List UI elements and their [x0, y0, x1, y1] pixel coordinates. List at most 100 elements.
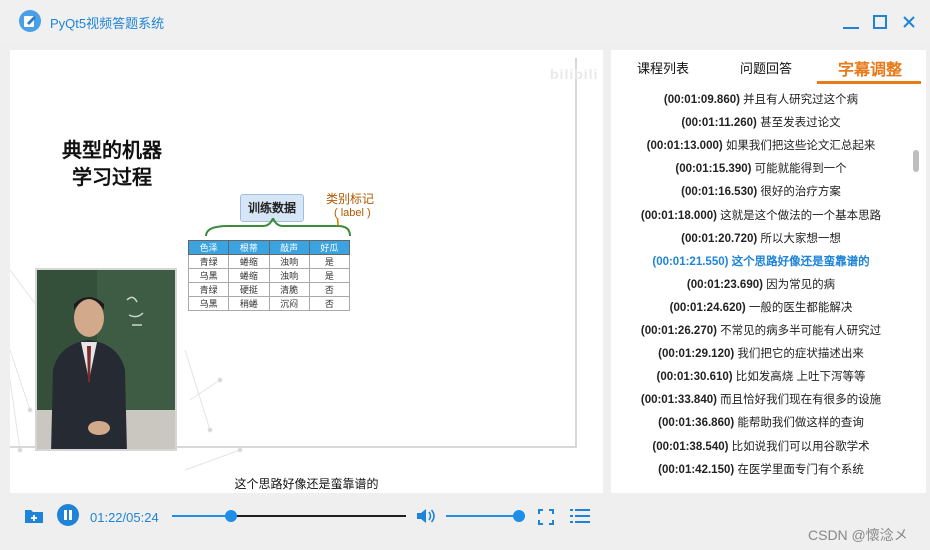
subtitle-list-item[interactable]: (00:01:13.000) 如果我们把这些论文汇总起来: [611, 137, 911, 153]
subtitle-timestamp: (00:01:21.550): [652, 255, 729, 268]
bilibili-watermark: bilibili: [550, 66, 599, 82]
table-cell: 硬挺: [228, 282, 270, 297]
subtitle-timestamp: (00:01:33.840): [640, 394, 717, 407]
subtitle-list-item[interactable]: (00:01:11.260) 甚至发表过论文: [611, 114, 911, 130]
subtitle-text: 甚至发表过论文: [756, 117, 841, 130]
table-cell: 否: [308, 282, 351, 297]
table-cell: 青绿: [187, 282, 230, 297]
scrollbar-thumb[interactable]: [913, 150, 919, 172]
subtitle-text: 这个思路好像还是蛮靠谱的: [728, 255, 870, 268]
volume-button[interactable]: [415, 505, 437, 532]
side-panel: 课程列表 问题回答 字幕调整 (00:01:09.860) 并且有人研究过这个病…: [611, 50, 926, 493]
table-cell: 蜷缩: [228, 268, 270, 283]
pause-icon: [57, 504, 79, 526]
pause-button[interactable]: [56, 503, 80, 532]
table-row: 乌黑 稍蜷 沉闷 否: [187, 296, 351, 311]
subtitle-list-item[interactable]: (00:01:30.610) 比如发高烧 上吐下泻等等: [611, 368, 911, 384]
slide-edge: [575, 58, 577, 448]
subtitle-timestamp: (00:01:15.390): [675, 163, 752, 176]
tab-course-list[interactable]: 课程列表: [637, 58, 689, 77]
table-row: 青绿 蜷缩 浊响 是: [187, 254, 351, 269]
subtitle-timestamp: (00:01:18.000): [640, 209, 717, 222]
list-icon: [570, 509, 590, 523]
teacher-image: [37, 270, 175, 449]
fullscreen-icon: [538, 509, 554, 525]
table-cell: 沉闷: [268, 296, 310, 311]
video-subtitle: 这个思路好像还是蛮靠谱的: [234, 477, 379, 491]
subtitle-timestamp: (00:01:23.690): [686, 278, 763, 291]
table-cell: 蜷缩: [228, 254, 270, 269]
subtitle-text: 很好的治疗方案: [757, 186, 841, 199]
app-window: PyQt5视频答题系统 bilibili 典型的机器 学习过程 训练数据 类别标…: [0, 0, 930, 550]
time-display: 01:22/05:24: [90, 510, 159, 525]
subtitle-list-item[interactable]: (00:01:36.860) 能帮助我们做这样的查询: [611, 414, 911, 430]
subtitle-list-item[interactable]: (00:01:38.540) 比如说我们可以用谷歌学术: [611, 438, 911, 454]
table-cell: 稍蜷: [228, 296, 270, 311]
subtitle-timestamp: (00:01:36.860): [658, 417, 735, 430]
subtitle-list-item[interactable]: (00:01:15.390) 可能就能得到一个: [611, 160, 911, 176]
subtitle-timestamp: (00:01:30.610): [656, 371, 733, 384]
table-header-cell: 好瓜: [308, 240, 351, 255]
subtitle-text: 所以大家想一想: [757, 232, 841, 245]
subtitle-text: 我们把它的症状描述出来: [734, 348, 864, 361]
subtitle-list-item[interactable]: (00:01:29.120) 我们把它的症状描述出来: [611, 345, 911, 361]
progress-handle[interactable]: [225, 510, 238, 522]
table-header-row: 色泽 根蒂 敲声 好瓜: [187, 240, 351, 255]
subtitle-text: 因为常见的病: [762, 278, 836, 291]
teacher-video-inset: [35, 268, 177, 451]
subtitle-list-item[interactable]: (00:01:16.530) 很好的治疗方案: [611, 183, 911, 199]
subtitle-list-item[interactable]: (00:01:33.840) 而且恰好我们现在有很多的设施: [611, 391, 911, 407]
subtitle-text: 而且恰好我们现在有很多的设施: [716, 394, 882, 407]
subtitle-text: 不常见的病多半可能有人研究过: [716, 325, 882, 337]
subtitle-timestamp: (00:01:11.260): [681, 117, 757, 130]
brace-connector: [205, 218, 351, 237]
table-header-cell: 色泽: [187, 240, 230, 255]
subtitle-text: 并且有人研究过这个病: [739, 94, 859, 106]
subtitle-list-item[interactable]: (00:01:24.620) 一般的医生都能解决: [611, 299, 911, 315]
window-title: PyQt5视频答题系统: [50, 16, 165, 31]
fullscreen-button[interactable]: [538, 509, 554, 530]
subtitle-list-item[interactable]: (00:01:20.720) 所以大家想一想: [611, 230, 911, 246]
tab-question-answer[interactable]: 问题回答: [740, 58, 792, 77]
table-cell: 清脆: [268, 282, 310, 297]
tab-subtitle-adjust[interactable]: 字幕调整: [838, 56, 902, 80]
label-title: 类别标记: [326, 192, 375, 206]
table-cell: 乌黑: [187, 296, 230, 311]
table-header-cell: 敲声: [268, 240, 310, 255]
player-controls: 01:22/05:24: [10, 493, 603, 543]
table-cell: 是: [308, 254, 351, 269]
app-logo-icon: [19, 10, 41, 32]
table-cell: 乌黑: [187, 268, 230, 283]
training-data-table: 色泽 根蒂 敲声 好瓜 青绿 蜷缩 浊响 是 乌黑 蜷缩 浊响 是 青绿 硬挺 …: [187, 240, 351, 311]
title-bar: PyQt5视频答题系统: [0, 0, 930, 44]
progress-fill: [172, 515, 232, 517]
maximize-button[interactable]: [868, 10, 892, 34]
subtitle-timestamp: (00:01:42.150): [658, 463, 735, 476]
table-cell: 浊响: [268, 268, 310, 283]
subtitle-timestamp: (00:01:24.620): [669, 301, 746, 314]
subtitle-list-item[interactable]: (00:01:09.860) 并且有人研究过这个病: [611, 91, 911, 107]
minimize-button[interactable]: [839, 10, 863, 34]
volume-handle[interactable]: [513, 510, 526, 522]
subtitle-text: 比如发高烧 上吐下泻等等: [732, 371, 866, 384]
subtitle-list-item[interactable]: (00:01:21.550) 这个思路好像还是蛮靠谱的: [611, 253, 911, 269]
close-button[interactable]: [897, 10, 921, 34]
subtitle-list-item[interactable]: (00:01:42.150) 在医学里面专门有个系统: [611, 461, 911, 477]
playlist-button[interactable]: [570, 508, 590, 530]
subtitle-text: 这就是这个做法的一个基本思路: [716, 209, 882, 222]
subtitle-timestamp: (00:01:29.120): [658, 348, 735, 361]
open-file-button[interactable]: [24, 507, 44, 530]
csdn-watermark: CSDN @懷淰メ: [808, 527, 908, 543]
video-player[interactable]: bilibili 典型的机器 学习过程 训练数据 类别标记 ( label ) …: [10, 50, 603, 493]
progress-slider[interactable]: [172, 510, 406, 522]
volume-icon: [417, 509, 435, 523]
volume-slider[interactable]: [446, 510, 526, 522]
subtitle-list-item[interactable]: (00:01:23.690) 因为常见的病: [611, 276, 911, 292]
subtitle-text: 如果我们把这些论文汇总起来: [722, 140, 876, 153]
subtitle-list-item[interactable]: (00:01:26.270) 不常见的病多半可能有人研究过: [611, 322, 911, 338]
subtitle-list-item[interactable]: (00:01:18.000) 这就是这个做法的一个基本思路: [611, 207, 911, 223]
table-cell: 浊响: [268, 254, 310, 269]
table-cell: 青绿: [187, 254, 230, 269]
minimize-icon: [843, 27, 859, 29]
subtitle-timestamp: (00:01:09.860): [663, 94, 740, 106]
